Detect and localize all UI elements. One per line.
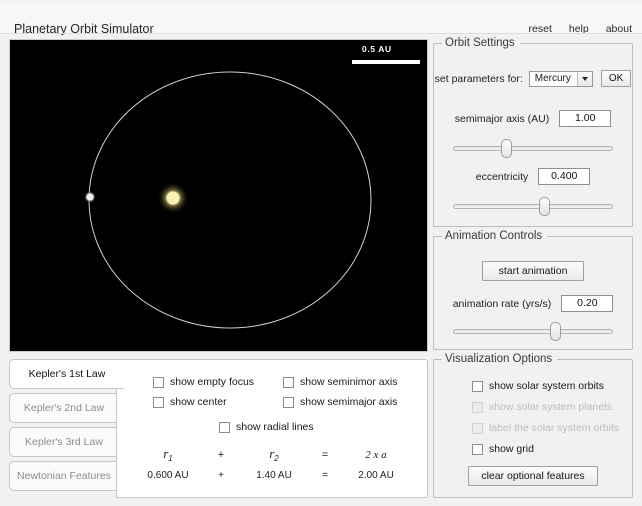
checkbox-show-center[interactable]: show center <box>153 396 227 408</box>
checkbox-label: show semimajor axis <box>300 396 398 408</box>
clear-optional-features-button[interactable]: clear optional features <box>468 466 598 486</box>
eccentricity-slider-track <box>453 204 613 209</box>
semimajor-axis-row: semimajor axis (AU) 1.00 <box>434 110 632 127</box>
visualization-options-panel: Visualization Options show solar system … <box>433 353 633 498</box>
checkbox-label: show solar system planets <box>489 401 613 413</box>
checkbox-show-grid[interactable]: show grid <box>472 443 534 455</box>
eccentricity-slider[interactable] <box>453 197 613 216</box>
sun-body <box>166 191 180 205</box>
checkbox-label: show center <box>170 396 227 408</box>
checkbox-icon[interactable] <box>153 396 164 408</box>
checkbox-show-solar-system-orbits[interactable]: show solar system orbits <box>472 380 604 392</box>
law-tabs: Kepler's 1st Law Kepler's 2nd Law Kepler… <box>9 359 125 498</box>
equation-value-plus: + <box>218 470 224 481</box>
equation-term2-subscript: 2 <box>274 454 279 464</box>
eccentricity-label: eccentricity <box>475 170 529 183</box>
checkbox-label-solar-system-orbits: label the solar system orbits <box>472 422 619 434</box>
animation-rate-row: animation rate (yrs/s) 0.20 <box>434 295 632 312</box>
animation-rate-label: animation rate (yrs/s) <box>452 297 552 310</box>
equation-result: 2 x a <box>365 449 387 461</box>
semimajor-axis-slider-thumb[interactable] <box>500 139 512 158</box>
set-parameters-label: set parameters for: <box>434 72 523 85</box>
animation-controls-panel: Animation Controls start animation anima… <box>433 230 633 350</box>
animation-rate-slider-thumb[interactable] <box>550 322 562 341</box>
checkbox-icon[interactable] <box>153 376 164 388</box>
checkbox-label: label the solar system orbits <box>489 422 620 434</box>
semimajor-axis-slider[interactable] <box>453 139 613 158</box>
equation-symbolic: r1 + r2 = 2 x a <box>117 446 427 463</box>
orbit-settings-title: Orbit Settings <box>442 37 520 49</box>
chevron-down-icon <box>576 71 592 86</box>
tab-newtonian-features[interactable]: Newtonian Features <box>9 461 119 491</box>
checkbox-label: show solar system orbits <box>489 380 604 392</box>
equation-numeric: 0.600 AU + 1.40 AU = 2.00 AU <box>117 470 427 481</box>
orbit-diagram <box>10 40 427 351</box>
equation-value-result: 2.00 AU <box>358 470 394 481</box>
checkbox-label: show grid <box>489 443 534 455</box>
application-window: Planetary Orbit Simulator reset help abo… <box>0 0 642 506</box>
tab-content-pane: show empty focus show seminimor axis sho… <box>116 359 428 498</box>
equation-value-r2: 1.40 AU <box>256 470 292 481</box>
orbit-canvas[interactable]: 0.5 AU <box>9 39 428 352</box>
equation-equals: = <box>321 449 329 461</box>
checkbox-icon <box>472 422 483 434</box>
checkbox-show-solar-system-planets: show solar system planets <box>472 401 612 413</box>
checkbox-show-radial-lines[interactable]: show radial lines <box>219 421 314 433</box>
checkbox-icon[interactable] <box>219 421 230 433</box>
equation-value-r1: 0.600 AU <box>147 470 189 481</box>
semimajor-axis-slider-track <box>453 146 613 151</box>
semimajor-axis-value[interactable]: 1.00 <box>559 110 612 127</box>
equation-plus: + <box>217 449 225 461</box>
checkbox-label: show empty focus <box>170 376 255 388</box>
scale-bar <box>352 60 420 64</box>
tab-keplers-1st-law[interactable]: Kepler's 1st Law <box>9 359 125 389</box>
scale-bar-label: 0.5 AU <box>362 44 392 54</box>
animation-rate-value[interactable]: 0.20 <box>561 295 614 312</box>
checkbox-icon <box>472 401 483 413</box>
animation-rate-slider-track <box>453 329 613 334</box>
checkbox-icon[interactable] <box>472 443 483 455</box>
animation-controls-title: Animation Controls <box>442 230 548 242</box>
animation-rate-slider[interactable] <box>453 322 613 341</box>
planet-select[interactable]: Mercury <box>528 70 593 87</box>
title-divider <box>0 33 642 34</box>
canvas-background <box>10 40 427 351</box>
eccentricity-value[interactable]: 0.400 <box>538 168 591 185</box>
tab-keplers-2nd-law[interactable]: Kepler's 2nd Law <box>9 393 119 423</box>
checkbox-label: show seminimor axis <box>300 376 398 388</box>
visualization-options-title: Visualization Options <box>442 353 558 365</box>
checkbox-show-semimajor-axis[interactable]: show semimajor axis <box>283 396 397 408</box>
eccentricity-row: eccentricity 0.400 <box>434 168 632 185</box>
title-bar: Planetary Orbit Simulator reset help abo… <box>0 5 642 36</box>
equation-term1-subscript: 1 <box>168 454 173 464</box>
start-animation-row: start animation <box>434 261 632 281</box>
semimajor-axis-label: semimajor axis (AU) <box>454 112 550 125</box>
clear-features-row: clear optional features <box>434 466 632 486</box>
planet-body <box>86 193 94 201</box>
tab-keplers-3rd-law[interactable]: Kepler's 3rd Law <box>9 427 119 457</box>
checkbox-show-semiminor-axis[interactable]: show seminimor axis <box>283 376 397 388</box>
checkbox-icon[interactable] <box>472 380 483 392</box>
content-area: 0.5 AU Orbit Settings set parameters for… <box>0 35 642 506</box>
ok-button[interactable]: OK <box>600 70 632 87</box>
orbit-settings-panel: Orbit Settings set parameters for: Mercu… <box>433 37 633 227</box>
start-animation-button[interactable]: start animation <box>481 261 585 281</box>
checkbox-icon[interactable] <box>283 376 294 388</box>
eccentricity-slider-thumb[interactable] <box>539 197 551 216</box>
planet-select-value: Mercury <box>534 72 571 84</box>
set-parameters-row: set parameters for: Mercury OK <box>434 70 632 87</box>
checkbox-icon[interactable] <box>283 396 294 408</box>
equation-value-equals: = <box>322 470 328 481</box>
checkbox-show-empty-focus[interactable]: show empty focus <box>153 376 254 388</box>
checkbox-label: show radial lines <box>236 421 314 433</box>
